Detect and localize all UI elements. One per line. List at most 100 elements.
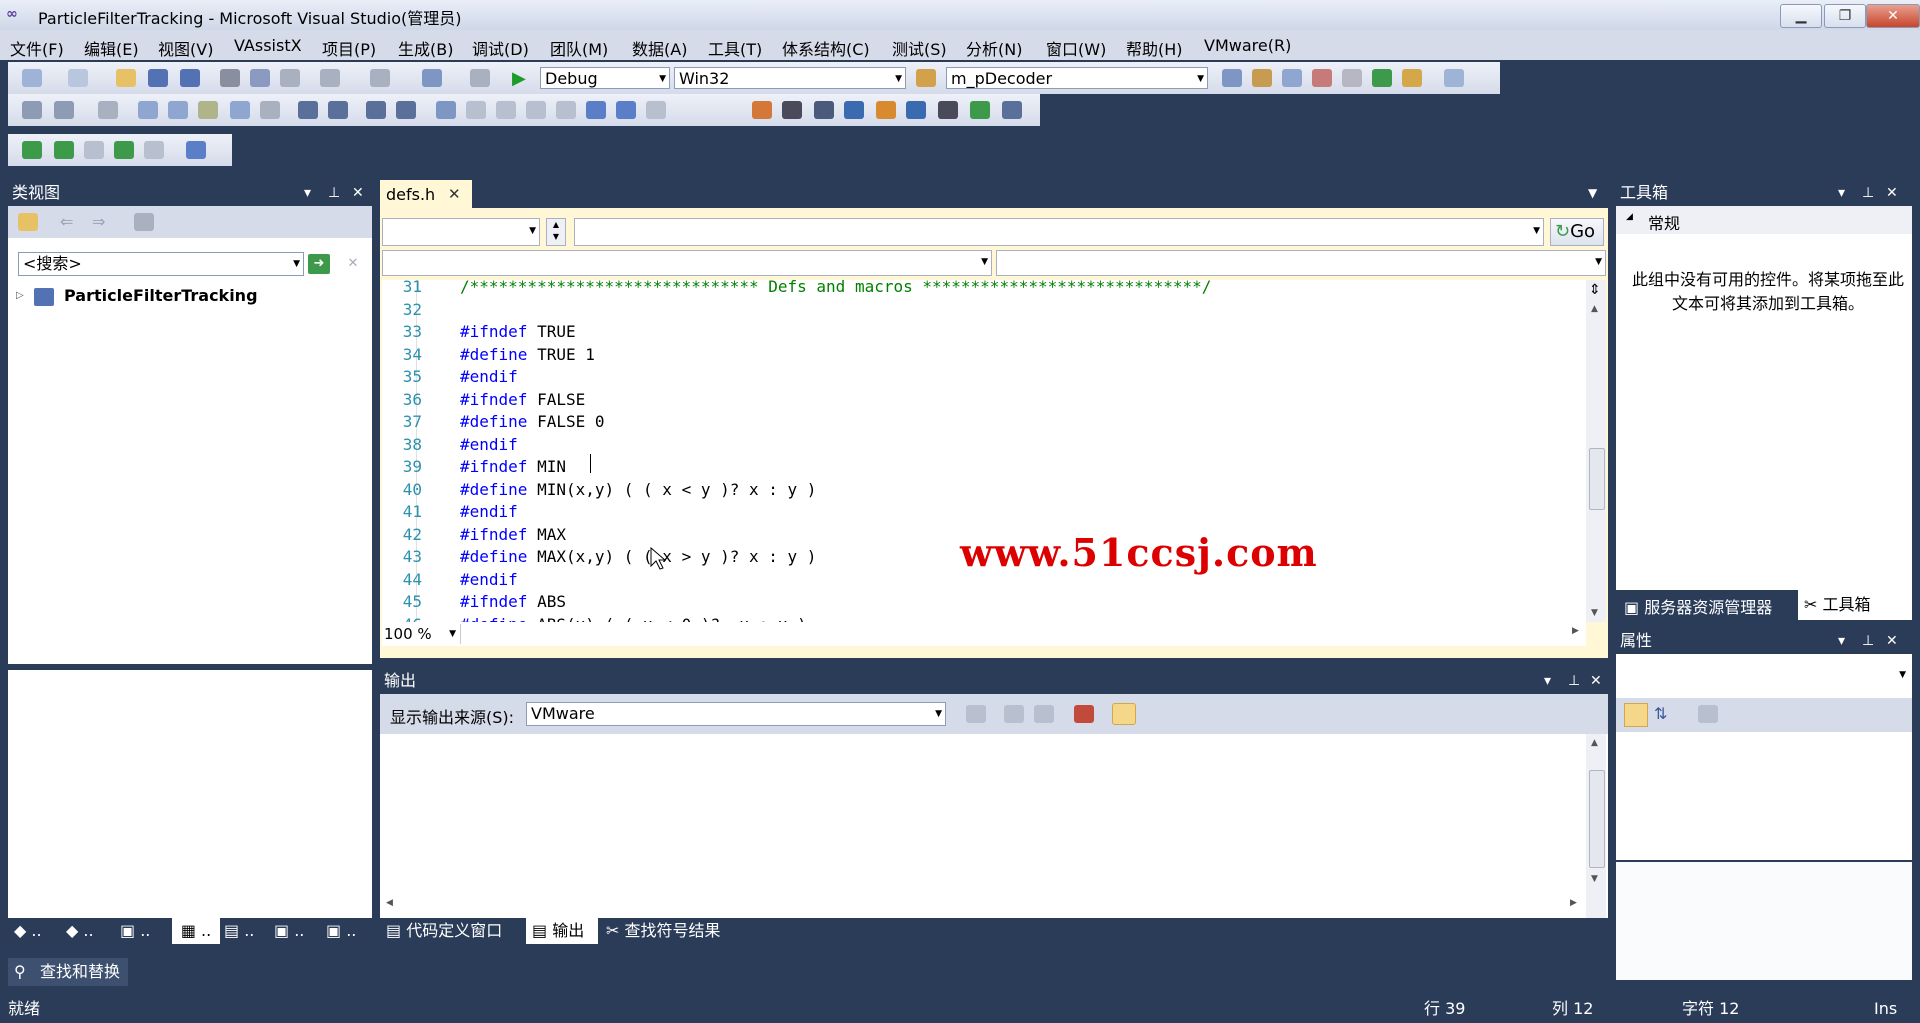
rebuild-icon[interactable]	[54, 141, 74, 159]
find-references-icon[interactable]	[844, 101, 864, 119]
goto-related-icon[interactable]	[906, 101, 926, 119]
scroll-down-icon[interactable]: ▼	[1591, 608, 1598, 618]
properties-object-select[interactable]: ▼	[1616, 654, 1912, 698]
toggle-bookmark-icon[interactable]	[436, 101, 456, 119]
select-icon[interactable]	[198, 101, 218, 119]
tab-find-and-replace[interactable]: ⚲ 查找和替换	[8, 958, 128, 986]
window-position-icon[interactable]: ▾	[1838, 180, 1845, 206]
tab-class-view[interactable]: ▦ ..	[172, 918, 220, 944]
word-wrap-icon[interactable]	[168, 101, 188, 119]
active-files-icon[interactable]: ▼	[1588, 186, 1597, 200]
build-icon[interactable]	[22, 141, 42, 159]
new-project-icon[interactable]	[22, 69, 42, 87]
clean-icon[interactable]	[84, 141, 104, 159]
scroll-right-icon[interactable]: ▶	[1570, 898, 1577, 908]
window-position-icon[interactable]: ▾	[1838, 628, 1845, 654]
menu-file[interactable]: 文件(F)	[10, 36, 64, 60]
menu-vmware[interactable]: VMware(R)	[1204, 36, 1291, 55]
menu-data[interactable]: 数据(A)	[632, 36, 687, 60]
toolbox-window-icon[interactable]	[1312, 69, 1332, 87]
object-browser-icon[interactable]	[1282, 69, 1302, 87]
forward-icon[interactable]: ⇒	[92, 212, 105, 231]
clear-bookmarks-icon[interactable]	[646, 101, 666, 119]
zoom-combo[interactable]: 100 % ▼	[384, 624, 461, 644]
tab-toolbox[interactable]: ✂ 工具箱	[1798, 590, 1912, 620]
window-position-icon[interactable]: ▾	[1544, 668, 1551, 694]
save-icon[interactable]	[148, 69, 168, 87]
tab-team-explorer[interactable]: ▣ ..	[120, 918, 150, 944]
symbol-combo[interactable]: ▼	[574, 218, 1544, 246]
new-folder-icon[interactable]	[18, 213, 38, 231]
toggle-word-wrap-icon[interactable]	[1112, 703, 1136, 725]
extension-manager-icon[interactable]	[1342, 69, 1362, 87]
output-body[interactable]: ▲ ▼ ◀ ▶	[380, 734, 1608, 918]
close-icon[interactable]: ✕	[1886, 180, 1898, 206]
menu-debug[interactable]: 调试(D)	[472, 36, 529, 60]
pin-icon[interactable]: ⊥	[328, 180, 340, 206]
pin-icon[interactable]: ⊥	[1862, 628, 1874, 654]
window-position-icon[interactable]: ▾	[304, 180, 311, 206]
tab-vassist-view[interactable]: ▣ ..	[326, 918, 356, 944]
menu-analyze[interactable]: 分析(N)	[966, 36, 1022, 60]
tab-defs-h[interactable]: defs.h ✕	[380, 180, 472, 210]
clear-search-icon[interactable]: ✕	[342, 254, 364, 274]
previous-message-icon[interactable]	[1004, 705, 1024, 723]
menu-vassistx[interactable]: VAssistX	[234, 36, 302, 55]
previous-bookmark-folder-icon[interactable]	[526, 101, 546, 119]
project-node[interactable]: ParticleFilterTracking	[64, 286, 258, 305]
tab-server-view[interactable]: ▣ ..	[274, 918, 304, 944]
maximize-button[interactable]: ❐	[1824, 4, 1866, 28]
tab-code-definition[interactable]: ▤ 代码定义窗口	[386, 918, 502, 944]
close-tab-icon[interactable]: ✕	[448, 185, 461, 203]
vassistx-icon[interactable]	[752, 101, 772, 119]
scroll-thumb[interactable]	[1589, 448, 1605, 510]
vassist-options-icon[interactable]	[938, 101, 958, 119]
minimize-button[interactable]: ▁	[1780, 4, 1822, 28]
editor-vertical-scrollbar[interactable]: ⇕ ▲ ▼	[1586, 280, 1606, 622]
expand-arrow-icon[interactable]: ▷	[16, 290, 24, 301]
split-handle-icon[interactable]: ⇕	[1589, 282, 1601, 298]
cut-icon[interactable]	[220, 69, 240, 87]
navigate-forward-icon[interactable]	[470, 69, 490, 87]
start-page-icon[interactable]	[1372, 69, 1392, 87]
output-vertical-scrollbar[interactable]: ▲ ▼	[1586, 734, 1606, 918]
find-in-files-icon[interactable]	[916, 69, 936, 87]
class-scope-combo[interactable]: ▼	[382, 250, 992, 276]
copy-icon[interactable]	[250, 69, 270, 87]
solution-platform-select[interactable]: Win32 ▼	[674, 67, 906, 89]
toolbox-group-header[interactable]: ◢ 常规	[1616, 206, 1912, 234]
alphabetical-icon[interactable]: ⇅	[1654, 704, 1667, 723]
scroll-left-icon[interactable]: ◀	[386, 898, 393, 908]
build-options-icon[interactable]	[186, 141, 206, 159]
pin-icon[interactable]: ⊥	[1862, 180, 1874, 206]
decrease-indent-icon[interactable]	[298, 101, 318, 119]
class-view-search-input[interactable]: <搜索> ▼	[18, 252, 304, 276]
go-to-message-icon[interactable]	[966, 705, 986, 723]
properties-window-icon[interactable]	[1252, 69, 1272, 87]
clipboard-icon[interactable]	[260, 101, 280, 119]
complete-word-icon[interactable]	[138, 101, 158, 119]
display-object-members-icon[interactable]	[22, 101, 42, 119]
menu-view[interactable]: 视图(V)	[158, 36, 213, 60]
scroll-down-icon[interactable]: ▼	[1591, 874, 1598, 884]
paste-icon[interactable]	[280, 69, 300, 87]
add-item-icon[interactable]	[68, 69, 88, 87]
next-bookmark-icon[interactable]	[496, 101, 516, 119]
spell-icon[interactable]	[230, 101, 250, 119]
solution-configuration-select[interactable]: Debug ▼	[540, 67, 670, 89]
clear-all-icon[interactable]	[1074, 705, 1094, 723]
next-message-icon[interactable]	[1034, 705, 1054, 723]
start-debugging-icon[interactable]: ▶	[512, 68, 526, 89]
solution-explorer-icon[interactable]	[1222, 69, 1242, 87]
class-view-settings-icon[interactable]	[134, 213, 154, 231]
tab-server-explorer[interactable]: ▣ 服务器资源管理器	[1624, 594, 1772, 618]
build-solution-icon[interactable]	[114, 141, 134, 159]
next-bookmark-folder-icon[interactable]	[556, 101, 576, 119]
code-area[interactable]: 31 /****************************** Defs a…	[382, 280, 1586, 622]
increase-indent-icon[interactable]	[328, 101, 348, 119]
menu-help[interactable]: 帮助(H)	[1126, 36, 1183, 60]
property-pages-icon[interactable]	[1698, 705, 1718, 723]
previous-bookmark-icon[interactable]	[466, 101, 486, 119]
menu-test[interactable]: 测试(S)	[892, 36, 947, 60]
save-all-icon[interactable]	[180, 69, 200, 87]
